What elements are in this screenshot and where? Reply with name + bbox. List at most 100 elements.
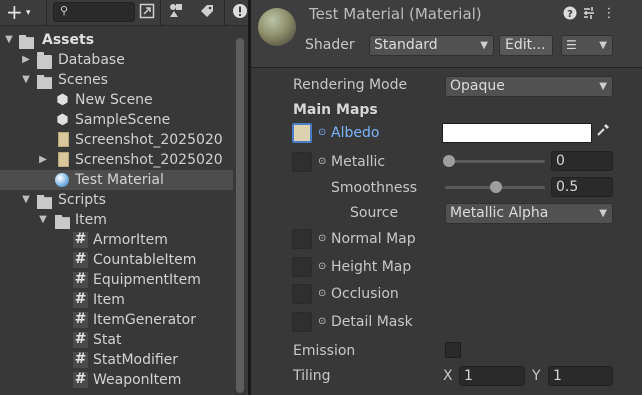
tree-item-stat[interactable]: # Stat [0, 330, 233, 350]
project-scrollbar[interactable] [234, 30, 246, 395]
metallic-value-field[interactable]: 0 [551, 151, 613, 171]
smoothness-slider-handle[interactable] [490, 181, 502, 193]
object-picker-icon[interactable]: ⊙ [318, 288, 326, 299]
occlusion-texture-slot[interactable] [292, 284, 312, 304]
tree-item-screenshot-2[interactable]: ▶ Screenshot_2025020 [0, 150, 233, 170]
tree-item-test-material[interactable]: Test Material [0, 170, 233, 190]
tree-item-itemgenerator[interactable]: # ItemGenerator [0, 310, 233, 330]
scrollbar-thumb[interactable] [236, 38, 244, 393]
search-input[interactable]: ⚲ [53, 2, 135, 22]
tiling-y-field[interactable]: 1 [548, 366, 613, 386]
project-panel: + ▾ ⚲ ▼ Assets ▶ Database ▼ Scenes ⬢ New… [0, 0, 248, 395]
tree-item-database[interactable]: ▶ Database [0, 50, 233, 70]
create-button[interactable]: + ▾ [6, 2, 40, 24]
tiling-x-field[interactable]: 1 [459, 366, 525, 386]
height-map-label: Height Map [331, 259, 412, 275]
csharp-script-icon: # [73, 251, 88, 268]
main-maps-heading: Main Maps [293, 102, 378, 118]
tree-item-scenes[interactable]: ▼ Scenes [0, 70, 233, 90]
material-preview-sphere [258, 8, 296, 46]
inspector-scrollbar[interactable] [630, 68, 642, 395]
tree-item-assets[interactable]: ▼ Assets [0, 30, 233, 50]
shader-dropdown[interactable]: Standard ▼ [369, 35, 494, 56]
folder-icon [37, 52, 52, 69]
albedo-label: Albedo [331, 125, 380, 141]
tree-item-armoritem[interactable]: # ArmorItem [0, 230, 233, 250]
object-picker-icon[interactable]: ⊙ [318, 156, 326, 167]
folder-open-icon [37, 195, 52, 209]
material-icon [55, 173, 69, 187]
collapse-arrow-icon[interactable]: ▶ [38, 150, 48, 170]
tree-item-samplescene[interactable]: ⬢ SampleScene [0, 110, 233, 130]
expand-arrow-icon[interactable]: ▼ [4, 30, 14, 50]
object-picker-icon[interactable]: ⊙ [318, 233, 326, 244]
expand-arrow-icon[interactable]: ▼ [38, 210, 48, 230]
rendering-mode-dropdown[interactable]: Opaque ▼ [445, 76, 613, 97]
inspector-header: Test Material (Material) ? ⋮ Shader Stan… [251, 0, 642, 68]
list-icon: ☰ [566, 38, 577, 52]
tag-icon[interactable] [197, 3, 217, 23]
unity-scene-icon: ⬢ [56, 112, 69, 128]
more-options-icon[interactable]: ⋮ [602, 6, 616, 22]
source-label: Source [350, 205, 399, 221]
inspector-panel: Test Material (Material) ? ⋮ Shader Stan… [251, 0, 642, 395]
search-by-type-icon[interactable] [137, 3, 157, 23]
csharp-script-icon: # [73, 231, 88, 248]
smoothness-source-dropdown[interactable]: Metallic Alpha ▼ [445, 203, 613, 224]
rendering-mode-label: Rendering Mode [293, 77, 408, 93]
folder-open-icon [19, 35, 34, 49]
csharp-script-icon: # [73, 271, 88, 288]
metallic-slider[interactable] [445, 160, 545, 163]
chevron-down-icon: ▼ [480, 40, 488, 51]
tree-item-new-scene[interactable]: ⬢ New Scene [0, 90, 233, 110]
albedo-texture-slot[interactable] [292, 123, 312, 143]
shader-options-dropdown[interactable]: ☰ ▼ [561, 35, 613, 56]
search-icon: ⚲ [60, 4, 69, 17]
presets-icon[interactable] [582, 6, 596, 22]
csharp-script-icon: # [73, 371, 88, 388]
smoothness-value-field[interactable]: 0.5 [551, 177, 613, 197]
smoothness-label: Smoothness [331, 180, 418, 196]
expand-arrow-icon[interactable]: ▼ [21, 70, 31, 90]
help-icon[interactable]: ? [563, 6, 577, 22]
tree-item-item-script[interactable]: # Item [0, 290, 233, 310]
tiling-y-label: Y [532, 368, 541, 384]
tree-item-scripts[interactable]: ▼ Scripts [0, 190, 233, 210]
metallic-texture-slot[interactable] [292, 152, 312, 172]
csharp-script-icon: # [73, 331, 88, 348]
detail-mask-label: Detail Mask [331, 314, 413, 330]
normal-map-label: Normal Map [331, 231, 416, 247]
csharp-script-icon: # [73, 291, 88, 308]
svg-text:?: ? [567, 9, 573, 20]
tiling-label: Tiling [293, 368, 331, 384]
tree-item-weaponitem[interactable]: # WeaponItem [0, 370, 233, 390]
tiling-x-label: X [443, 368, 453, 384]
collapse-arrow-icon[interactable]: ▶ [21, 50, 31, 70]
normal-map-texture-slot[interactable] [292, 229, 312, 249]
shader-label: Shader [305, 37, 355, 53]
search-by-label-icon[interactable] [166, 3, 186, 23]
height-map-texture-slot[interactable] [292, 257, 312, 277]
chevron-down-icon: ▼ [599, 40, 607, 51]
tree-item-screenshot-1[interactable]: Screenshot_2025020 [0, 130, 233, 150]
tree-item-item-folder[interactable]: ▼ Item [0, 210, 233, 230]
warning-icon[interactable] [230, 3, 250, 23]
folder-open-icon [37, 75, 52, 89]
object-picker-icon[interactable]: ⊙ [318, 261, 326, 272]
csharp-script-icon: # [73, 351, 88, 368]
edit-shader-button[interactable]: Edit... [499, 35, 553, 56]
material-properties: Rendering Mode Opaque ▼ Main Maps ⊙ Albe… [251, 68, 642, 395]
object-picker-icon[interactable]: ⊙ [318, 316, 326, 327]
metallic-slider-handle[interactable] [443, 155, 455, 167]
chevron-down-icon: ▼ [599, 208, 607, 219]
albedo-color-field[interactable] [442, 123, 592, 143]
eyedropper-icon[interactable] [593, 123, 613, 143]
tree-item-countableitem[interactable]: # CountableItem [0, 250, 233, 270]
tree-item-statmodifier[interactable]: # StatModifier [0, 350, 233, 370]
object-picker-icon[interactable]: ⊙ [318, 127, 326, 138]
chevron-down-icon: ▼ [599, 81, 607, 92]
expand-arrow-icon[interactable]: ▼ [21, 190, 31, 210]
tree-item-equipmentitem[interactable]: # EquipmentItem [0, 270, 233, 290]
detail-mask-texture-slot[interactable] [292, 312, 312, 332]
emission-checkbox[interactable] [445, 342, 461, 358]
